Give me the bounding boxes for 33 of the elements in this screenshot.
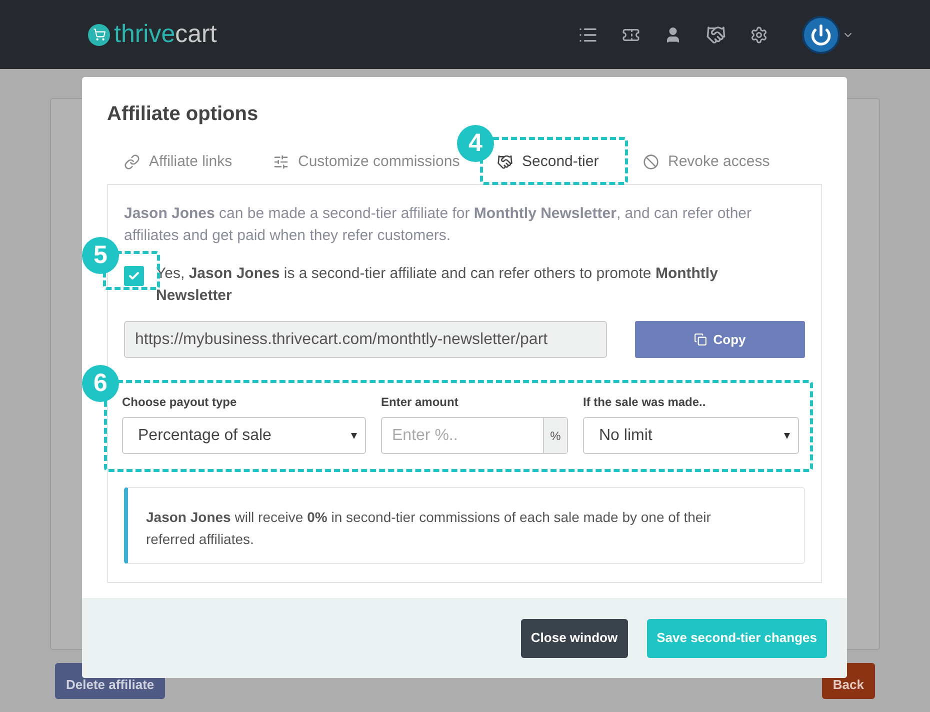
percent-addon: % [543,418,567,453]
link-icon [124,154,140,170]
dropdown-field[interactable]: No limit [583,417,799,454]
settings-icon[interactable] [750,26,768,44]
dropdown-field[interactable]: Percentage of sale [122,417,366,454]
ban-icon [643,154,659,170]
logo-text: thrivecart [114,22,217,47]
link-field[interactable]: https://mybusiness.thrivecart.com/monthtly-newsletter/part [124,321,607,358]
handshake-icon[interactable] [706,24,726,44]
caret-icon [784,432,790,438]
copy-button[interactable]: Copy [635,321,805,358]
checkbox[interactable] [124,266,144,286]
field-label: Choose payout type [122,394,238,411]
field-label: If the sale was made.. [583,394,707,411]
footer-button[interactable]: Close window [520,618,628,658]
cart-logo-icon [88,24,110,46]
amount-field[interactable]: Enter %.. % [381,417,568,454]
copy-icon [694,333,708,346]
caret-icon [351,432,357,438]
modal-title: Affiliate options [107,102,260,127]
sliders-icon [273,154,289,170]
tab[interactable]: Affiliate links [124,150,232,174]
field-label: Enter amount [381,394,460,411]
avatar[interactable] [802,16,840,54]
intro-text: Jason Jones can be made a second-tier affiliate for Monthtly Newsletter, and can refer other affiliates and get paid when they refer customers. [124,204,753,246]
check-icon [128,270,140,282]
tab[interactable]: Customize commissions [273,150,460,174]
checkbox-label: Yes, Jason Jones is a second-tier affiliate and can refer others to promote Monthtly Newsletter [156,264,719,306]
tab[interactable]: Second-tier [497,150,599,174]
info-text: Jason Jones will receive 0% in second-tier commissions of each sale made by one of their referred affiliates. [146,508,712,549]
user-icon[interactable] [664,26,682,44]
handshake-icon [497,154,513,170]
tab[interactable]: Revoke access [643,150,770,174]
